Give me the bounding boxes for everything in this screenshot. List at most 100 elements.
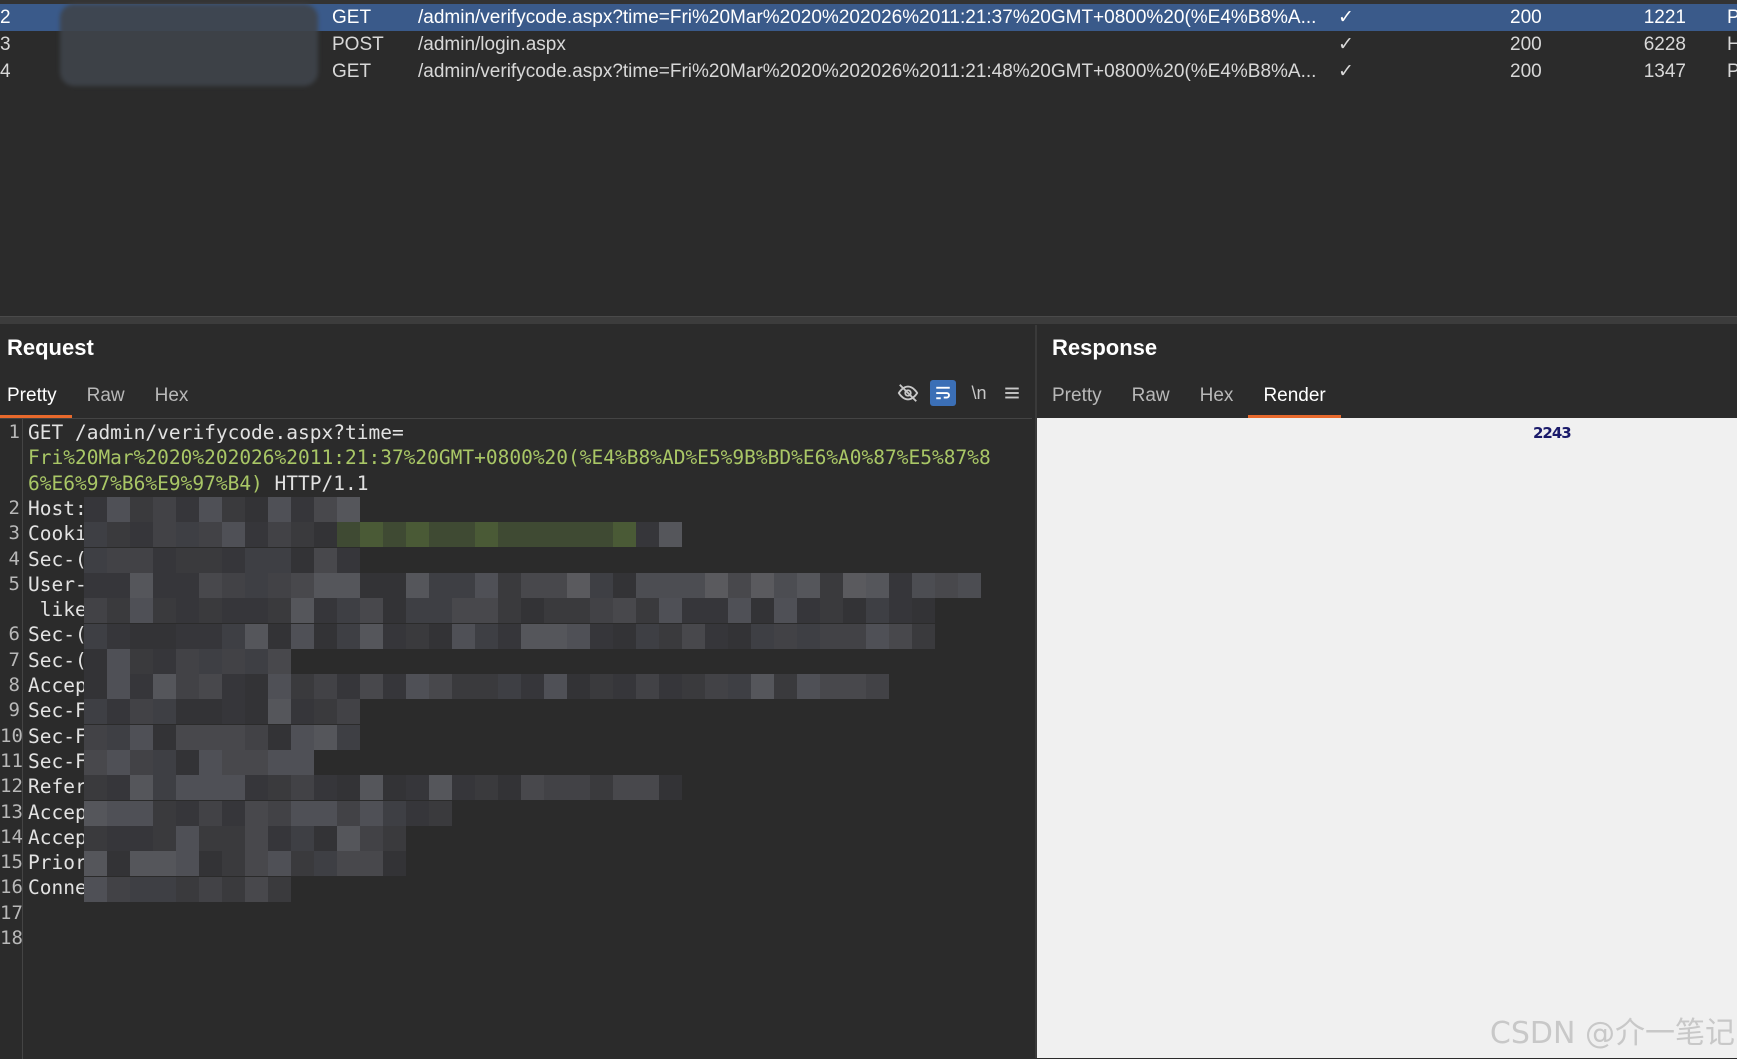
method-cell: GET xyxy=(332,61,372,82)
redaction-block xyxy=(84,648,107,674)
redaction-block xyxy=(222,825,245,851)
redaction-block xyxy=(222,750,245,775)
row-number: 4 xyxy=(0,61,11,82)
redaction-block xyxy=(199,800,222,826)
redaction-block xyxy=(705,598,728,624)
redaction-block xyxy=(84,775,107,801)
redaction-block xyxy=(659,522,682,548)
redaction-block xyxy=(107,851,130,877)
redaction-block xyxy=(544,522,567,548)
line-number: 2 xyxy=(8,496,20,519)
redaction-block xyxy=(337,572,360,598)
redaction-block xyxy=(452,775,475,801)
redaction-block xyxy=(107,648,130,674)
line-number: 3 xyxy=(8,522,20,545)
redaction-block xyxy=(130,851,153,877)
redaction-block xyxy=(222,876,245,902)
redaction-block xyxy=(268,699,291,725)
redaction-block xyxy=(291,825,314,851)
redaction-block xyxy=(176,547,199,573)
method-cell: GET xyxy=(332,7,372,28)
redaction-block xyxy=(176,674,199,700)
redaction-block xyxy=(636,572,659,598)
redaction-block xyxy=(176,497,199,522)
code-text: Sec-F xyxy=(28,699,87,723)
code-text: Accep xyxy=(28,800,87,824)
redaction-block xyxy=(590,572,613,598)
redaction-block xyxy=(705,674,728,700)
tab-hex[interactable]: Hex xyxy=(140,385,204,418)
render-view: 2243 CSDN @介一笔记 xyxy=(1037,418,1737,1058)
redaction-block xyxy=(130,800,153,826)
redaction-block xyxy=(682,572,705,598)
redaction-block xyxy=(314,724,337,750)
line-number: 5 xyxy=(8,572,20,595)
hamburger-icon[interactable] xyxy=(999,380,1025,406)
request-editor[interactable]: 1 2 3 4 5 6 7 8 9 10 11 12 13 14 15 16 17 18 GET /admin/v… xyxy=(0,418,1032,1059)
tab-hex[interactable]: Hex xyxy=(1185,385,1249,418)
redaction-block xyxy=(245,497,268,522)
redaction-block xyxy=(682,674,705,700)
redaction-block xyxy=(107,800,130,826)
redaction-block xyxy=(866,623,889,649)
redaction-block xyxy=(728,572,751,598)
line-number: 6 xyxy=(8,623,20,646)
redaction-block xyxy=(383,775,406,801)
redaction-block xyxy=(337,851,360,877)
redaction-block xyxy=(199,750,222,775)
split-divider[interactable] xyxy=(0,316,1737,324)
tab-pretty[interactable]: Pretty xyxy=(1037,385,1117,418)
redaction-block xyxy=(843,674,866,700)
redaction-block xyxy=(107,674,130,700)
status-cell: 200 xyxy=(1510,34,1542,55)
redaction-block xyxy=(107,598,130,624)
watermark: CSDN @介一笔记 xyxy=(1489,1016,1735,1051)
redaction-block xyxy=(429,800,452,826)
tab-pretty[interactable]: Pretty xyxy=(0,385,72,418)
redaction-block xyxy=(222,598,245,624)
redaction-block xyxy=(176,572,199,598)
redaction-block xyxy=(820,674,843,700)
redaction-block xyxy=(245,750,268,775)
redaction-block xyxy=(291,598,314,624)
redaction-block xyxy=(222,547,245,573)
newline-toggle[interactable]: \n xyxy=(966,380,992,406)
redaction-block xyxy=(199,547,222,573)
redaction-block xyxy=(268,623,291,649)
redaction-block xyxy=(544,598,567,624)
redaction-block xyxy=(521,572,544,598)
redaction-block xyxy=(406,775,429,801)
redaction-block xyxy=(820,623,843,649)
redaction-block xyxy=(130,775,153,801)
redaction-block xyxy=(268,547,291,573)
tab-raw[interactable]: Raw xyxy=(1117,385,1185,418)
redaction-block xyxy=(843,572,866,598)
code-line: Conne xyxy=(28,876,87,899)
code-text: Refer xyxy=(28,775,87,799)
redaction-block xyxy=(360,674,383,700)
redaction-block xyxy=(199,699,222,725)
redaction-block xyxy=(107,724,130,750)
request-panel: Request Pretty Raw Hex \n 1 2 3 4 5 6 7 8 9 10 11 1… xyxy=(0,325,1032,1059)
status-cell: 200 xyxy=(1510,61,1542,82)
redaction-block xyxy=(84,876,107,902)
tab-render[interactable]: Render xyxy=(1248,385,1341,418)
redaction-block xyxy=(199,825,222,851)
redaction-block xyxy=(337,825,360,851)
redaction-block xyxy=(567,598,590,624)
eye-slash-icon[interactable] xyxy=(895,380,921,406)
redaction-block xyxy=(567,674,590,700)
redaction-block xyxy=(222,572,245,598)
code-line: Accep xyxy=(28,801,87,824)
redaction-block xyxy=(935,572,958,598)
redaction-block xyxy=(314,547,337,573)
redaction-block xyxy=(475,598,498,624)
redaction-block xyxy=(636,674,659,700)
wrap-icon[interactable] xyxy=(930,380,956,406)
redaction-block xyxy=(337,674,360,700)
redaction-block xyxy=(268,572,291,598)
redaction-block xyxy=(153,825,176,851)
tab-raw[interactable]: Raw xyxy=(72,385,140,418)
redaction-block xyxy=(337,775,360,801)
redaction-block xyxy=(360,522,383,548)
